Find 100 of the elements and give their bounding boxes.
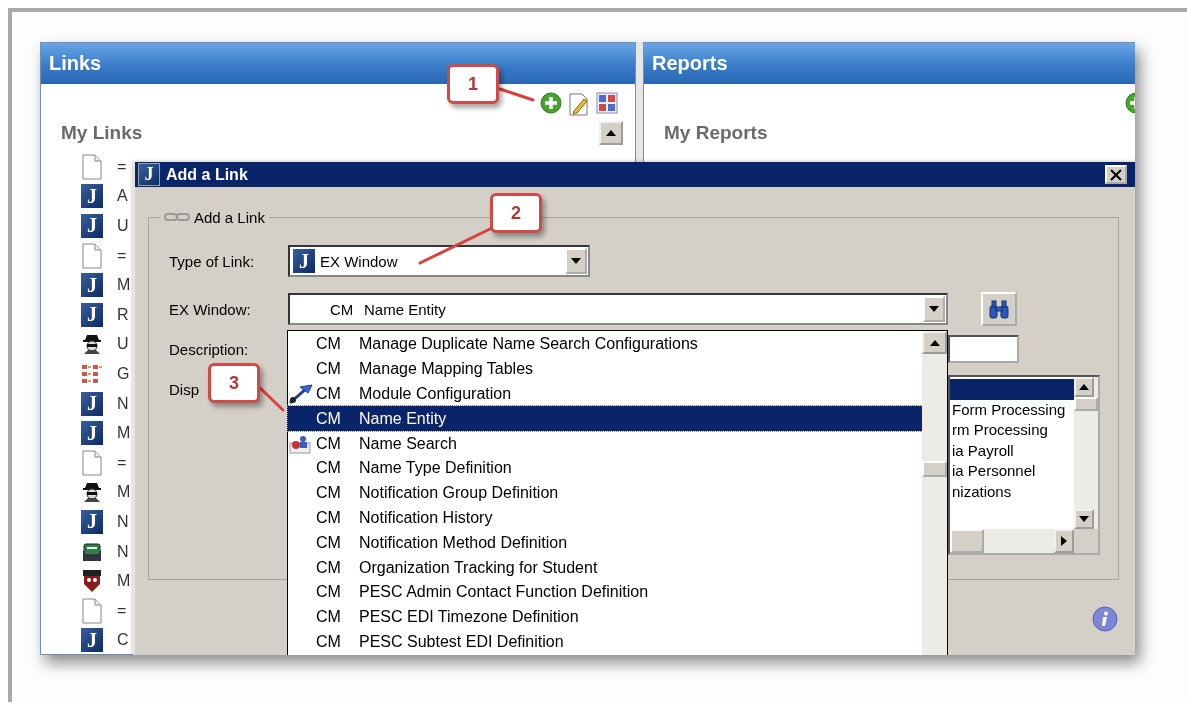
scroll-up-button[interactable] [1074,377,1094,397]
app-logo: J [81,421,103,446]
module-code: CM [330,300,355,318]
option-name: Organization Tracking for Student [359,558,598,577]
link-item[interactable]: = [117,246,127,265]
link-item[interactable]: G [117,364,130,383]
app-logo: J [293,249,315,273]
scroll-up-button[interactable] [599,121,623,145]
app-logo: J [81,628,103,653]
link-item[interactable]: N [117,542,129,561]
field-label: Description: [169,340,250,358]
link-item[interactable]: U [117,335,129,354]
scroll-thumb[interactable] [922,461,947,477]
module-code: CM [316,583,342,602]
list-item[interactable]: ia Personnel [950,461,1074,482]
option-name: PESC EDI Timezone Definition [359,608,579,627]
option-name: PESC Admin Contact Function Definition [359,583,649,602]
dropdown-option[interactable]: CM Module Configuration [288,381,922,407]
scroll-right-button[interactable] [1054,529,1074,553]
dropdown-option[interactable]: CM Name Entity [288,406,922,432]
link-item[interactable]: M [117,424,131,443]
module-code: CM [316,360,342,379]
page-icon [81,449,103,476]
option-name: Name Type Definition [359,459,512,478]
callout-marker: 1 [447,64,499,104]
callout-marker: 3 [208,363,260,403]
page-icon [81,597,103,624]
field-label: EX Window: [169,300,252,318]
selected-value: Name Entity [364,300,447,318]
module-code: CM [316,409,342,428]
link-item[interactable]: U [117,217,129,235]
page-icon [81,242,103,269]
callout-marker: 2 [490,193,542,233]
link-item[interactable]: C [117,631,129,650]
scroll-thumb[interactable] [1074,397,1098,411]
link-item[interactable]: A [117,187,128,206]
dropdown-arrow-button[interactable] [565,248,587,274]
module-code: CM [316,335,342,354]
link-item[interactable]: N [117,394,129,413]
dropdown-option[interactable]: CM Notification Method Definition [288,530,922,556]
field-label: Type of Link: [169,252,256,270]
panel-title: Reports [644,43,1135,84]
field-label: Disp [169,381,199,398]
link-item[interactable]: = [117,453,127,472]
find-button[interactable] [981,292,1017,326]
module-code: CM [316,533,342,552]
info-icon[interactable] [1092,606,1118,632]
sort-icon[interactable] [596,92,618,114]
link-item[interactable]: = [117,157,127,176]
link-item[interactable]: M [117,572,131,591]
dropdown-option[interactable]: CM Notification History [288,505,922,531]
link-item[interactable]: R [117,305,129,324]
link-item[interactable]: M [117,276,131,295]
app-logo: J [81,273,103,298]
link-item[interactable]: M [117,483,131,502]
list-item[interactable]: rm Processing [950,420,1074,441]
section-heading: My Links [61,122,143,144]
window-title: Add a Link [166,165,249,184]
option-name: Name Entity [359,409,447,428]
option-name: Notification History [359,508,493,527]
link-item[interactable]: N [117,512,129,531]
list-item[interactable]: nizations [950,481,1074,502]
add-icon[interactable] [540,92,562,114]
option-name: Manage Mapping Tables [359,360,534,379]
tree-icon [81,362,103,385]
dropdown-option[interactable]: CM Notification Group Definition [288,480,922,506]
module-code: CM [316,508,342,527]
link-item[interactable]: = [117,601,127,620]
scroll-thumb[interactable] [950,529,984,553]
module-code: CM [316,558,342,577]
description-field[interactable] [948,335,1019,363]
dropdown-option[interactable]: CM Organization Tracking for Student [288,555,922,580]
list-item[interactable]: Form Processing [950,399,1074,420]
app-logo: J [81,214,103,238]
dropdown-option[interactable]: CM Manage Mapping Tables [288,356,922,382]
dropdown-option[interactable]: CM PESC Subtest EDI Definition [288,629,922,655]
dropdown-arrow-button[interactable] [923,296,945,322]
close-icon [1110,168,1122,181]
list-item[interactable]: ia Payroll [950,440,1074,461]
dropdown-option[interactable]: CM Name Search [288,431,922,456]
option-name: Manage Duplicate Name Search Configurations [359,335,698,354]
link-icon [164,212,190,222]
dropdown-option[interactable]: CM Name Type Definition [288,456,922,481]
window-dropdown[interactable]: CM Name Entity [288,293,948,325]
scroll-up-button[interactable] [922,331,947,354]
module-code: CM [316,385,342,403]
dropdown-option[interactable]: CM Manage Duplicate Name Search Configurations [288,332,922,357]
module-code: CM [316,459,342,478]
option-name: Name Search [359,434,457,453]
link-type-dropdown[interactable]: J EX Window [288,245,590,277]
dropdown-option[interactable]: CM PESC EDI Timezone Definition [288,604,922,630]
page-icon [81,153,103,180]
module-code: CM [316,608,342,627]
edit-icon[interactable] [568,92,590,116]
close-button[interactable] [1105,165,1127,184]
app-logo: J [81,509,103,534]
wand-icon [288,383,314,405]
option-name: Notification Group Definition [359,484,559,503]
dropdown-option[interactable]: CM PESC Admin Contact Function Definition [288,579,922,605]
scroll-down-button[interactable] [1074,509,1094,529]
